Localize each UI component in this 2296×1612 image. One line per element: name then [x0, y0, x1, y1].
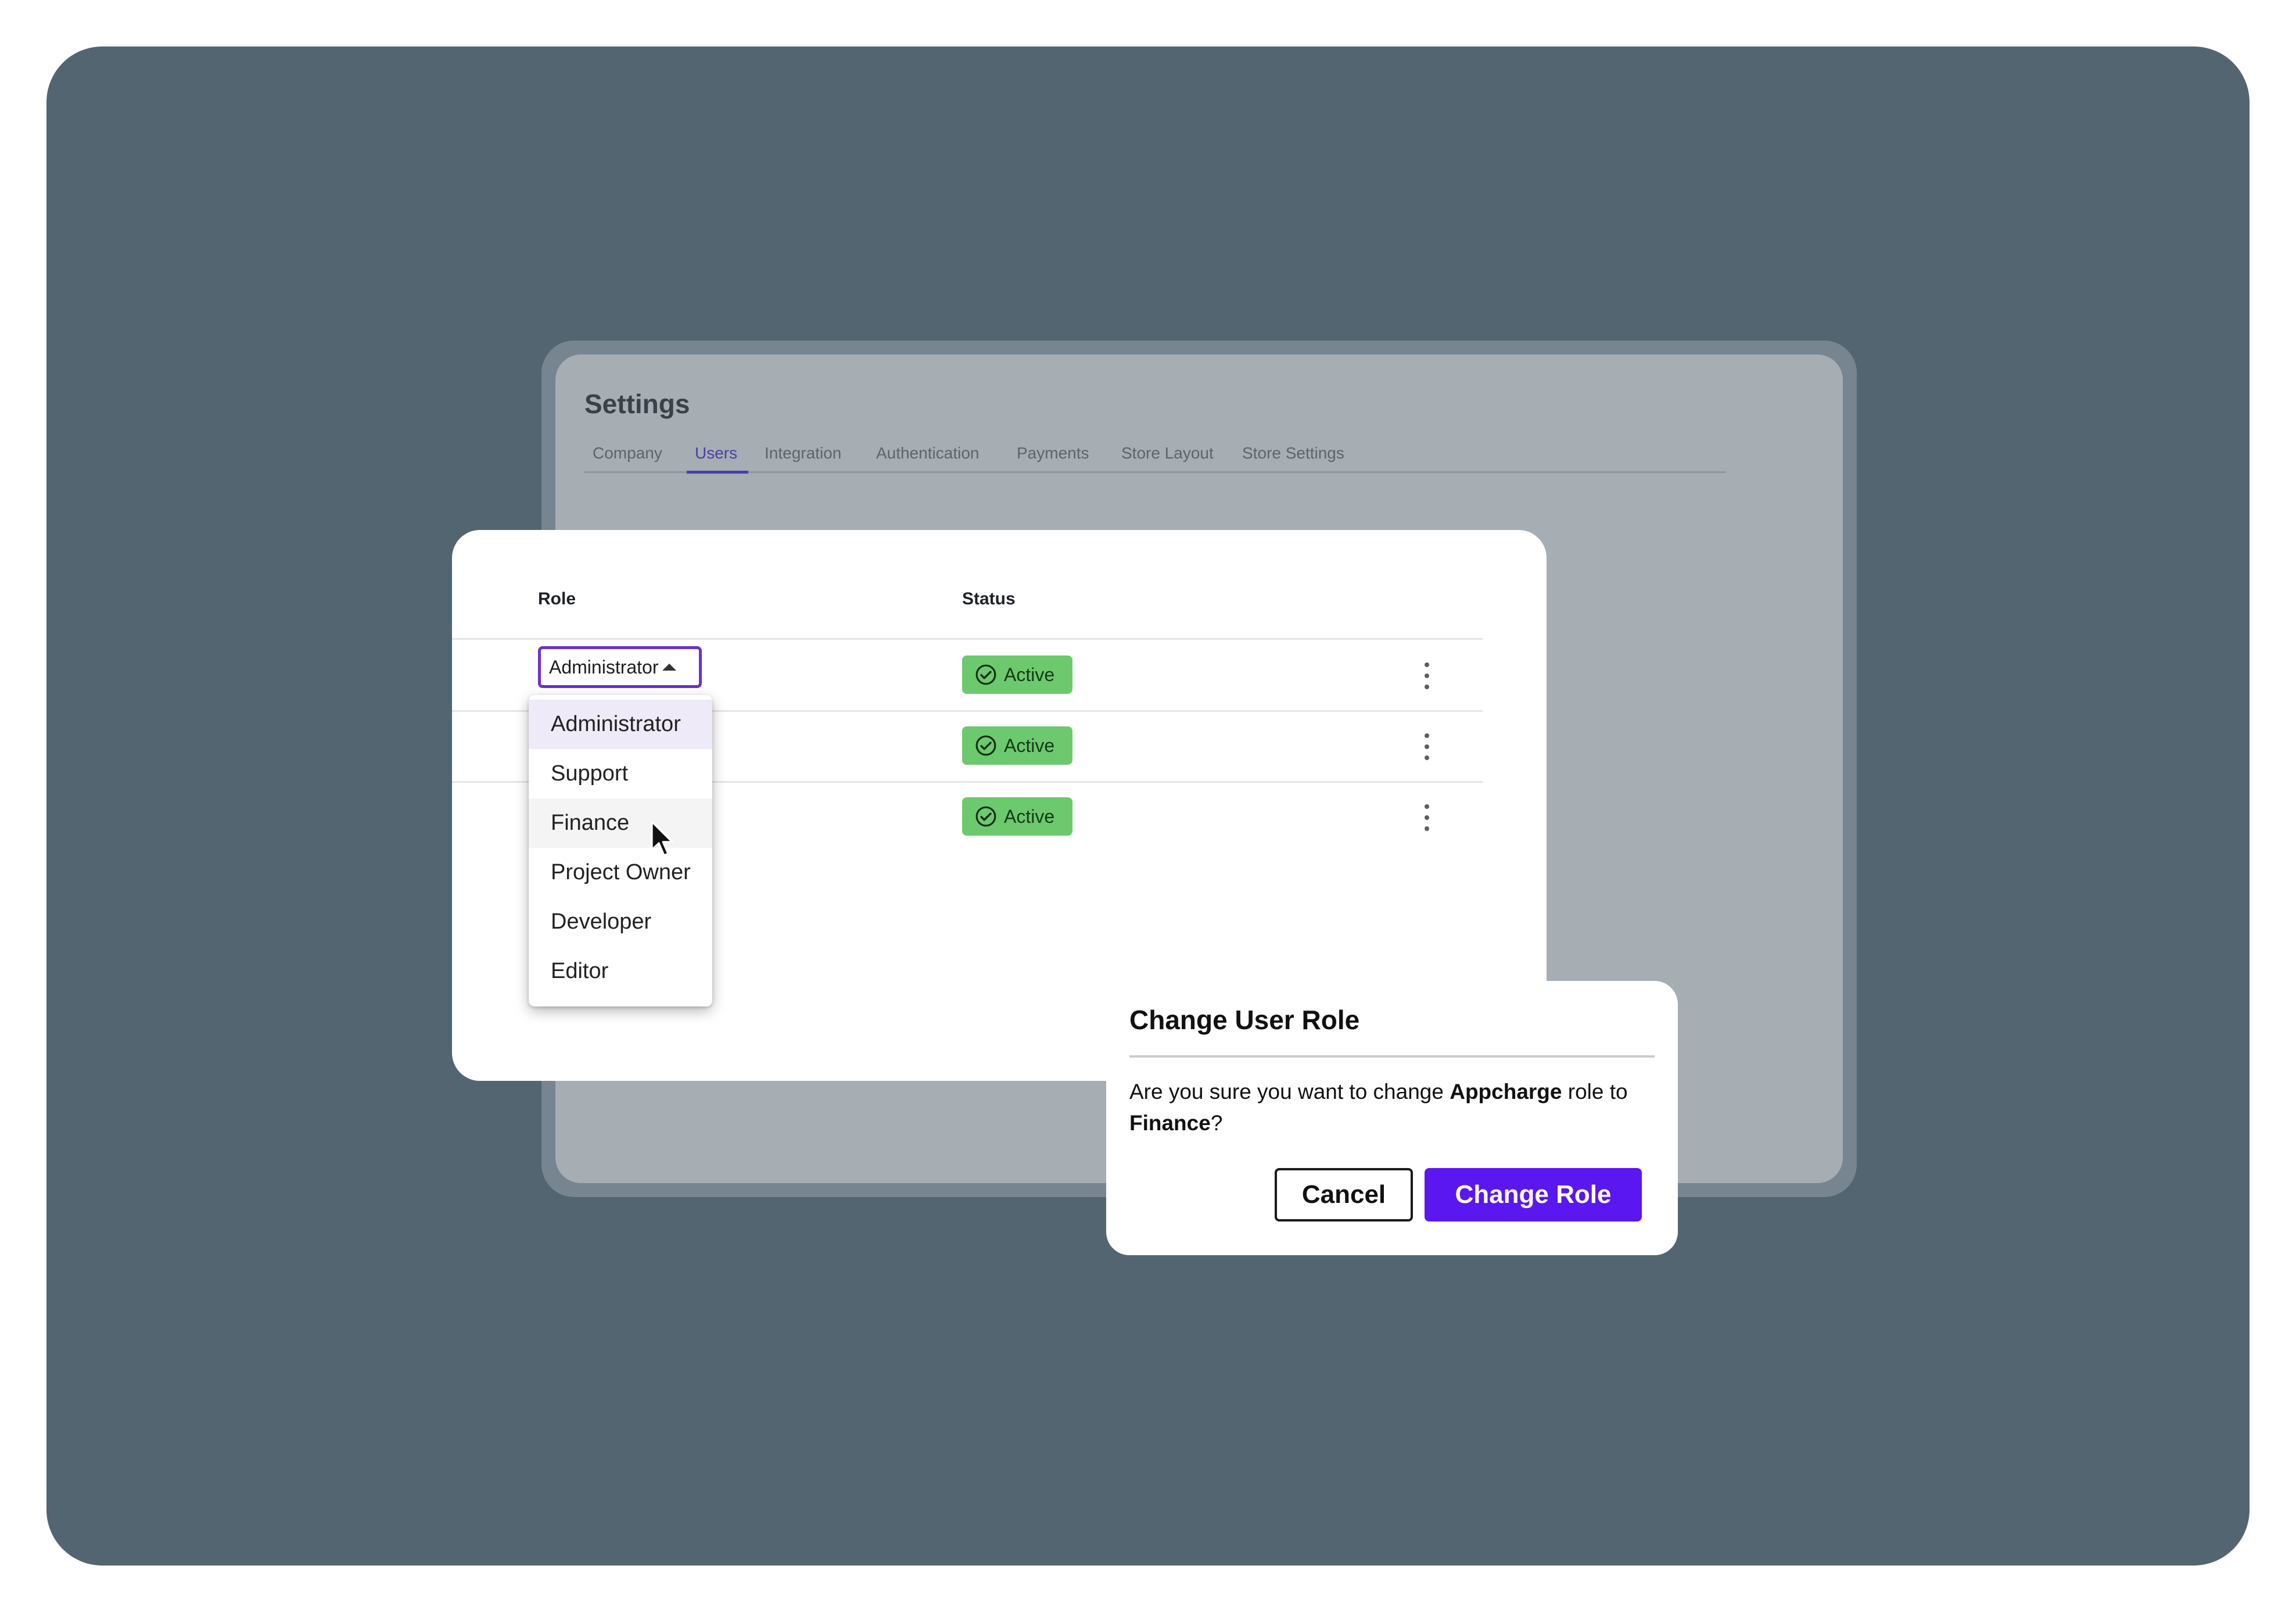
- role-option-developer[interactable]: Developer: [529, 897, 712, 947]
- status-label: Active: [1004, 664, 1055, 685]
- tab-company[interactable]: Company: [593, 444, 662, 463]
- check-circle-icon: [975, 806, 996, 827]
- header-divider: [452, 638, 1483, 640]
- role-dropdown-menu: Administrator Support Finance Project Ow…: [529, 695, 712, 1006]
- change-role-button[interactable]: Change Role: [1425, 1168, 1642, 1221]
- tab-authentication[interactable]: Authentication: [876, 444, 979, 463]
- role-option-administrator[interactable]: Administrator: [529, 700, 712, 749]
- page-title: Settings: [584, 389, 690, 419]
- role-option-support[interactable]: Support: [529, 749, 712, 798]
- active-tab-indicator: [687, 471, 748, 474]
- tab-users[interactable]: Users: [695, 444, 737, 463]
- role-option-project-owner[interactable]: Project Owner: [529, 848, 712, 897]
- dialog-message-middle: role to: [1562, 1080, 1628, 1104]
- status-label: Active: [1004, 735, 1055, 756]
- mouse-cursor-icon: [651, 821, 673, 857]
- role-option-finance[interactable]: Finance: [529, 798, 712, 848]
- more-vertical-icon[interactable]: [1423, 804, 1430, 831]
- dialog-message-suffix: ?: [1210, 1111, 1223, 1135]
- status-badge: Active: [962, 655, 1072, 694]
- role-select-value: Administrator: [549, 656, 659, 678]
- tab-store-layout[interactable]: Store Layout: [1121, 444, 1214, 463]
- tab-integration[interactable]: Integration: [765, 444, 841, 463]
- status-label: Active: [1004, 805, 1055, 827]
- cancel-button[interactable]: Cancel: [1275, 1168, 1413, 1221]
- dialog-user-name: Appcharge: [1450, 1080, 1562, 1104]
- dialog-new-role: Finance: [1129, 1111, 1211, 1135]
- settings-tabs: Company Users Integration Authentication…: [584, 442, 1725, 474]
- status-badge: Active: [962, 726, 1072, 765]
- check-circle-icon: [975, 735, 996, 756]
- column-header-role: Role: [538, 589, 576, 608]
- dialog-message-prefix: Are you sure you want to change: [1129, 1080, 1450, 1104]
- tab-payments[interactable]: Payments: [1017, 444, 1089, 463]
- role-option-editor[interactable]: Editor: [529, 947, 712, 996]
- check-circle-icon: [975, 664, 996, 685]
- more-vertical-icon[interactable]: [1423, 733, 1430, 760]
- status-badge: Active: [962, 797, 1072, 836]
- role-select[interactable]: Administrator: [538, 646, 702, 688]
- more-vertical-icon[interactable]: [1423, 662, 1430, 689]
- caret-up-icon: [662, 664, 676, 671]
- change-role-dialog: Change User Role Are you sure you want t…: [1106, 981, 1678, 1255]
- dialog-message: Are you sure you want to change Appcharg…: [1129, 1076, 1652, 1139]
- dialog-title: Change User Role: [1129, 1005, 1360, 1035]
- column-header-status: Status: [962, 589, 1016, 608]
- dialog-divider: [1129, 1055, 1655, 1058]
- tab-store-settings[interactable]: Store Settings: [1242, 444, 1344, 463]
